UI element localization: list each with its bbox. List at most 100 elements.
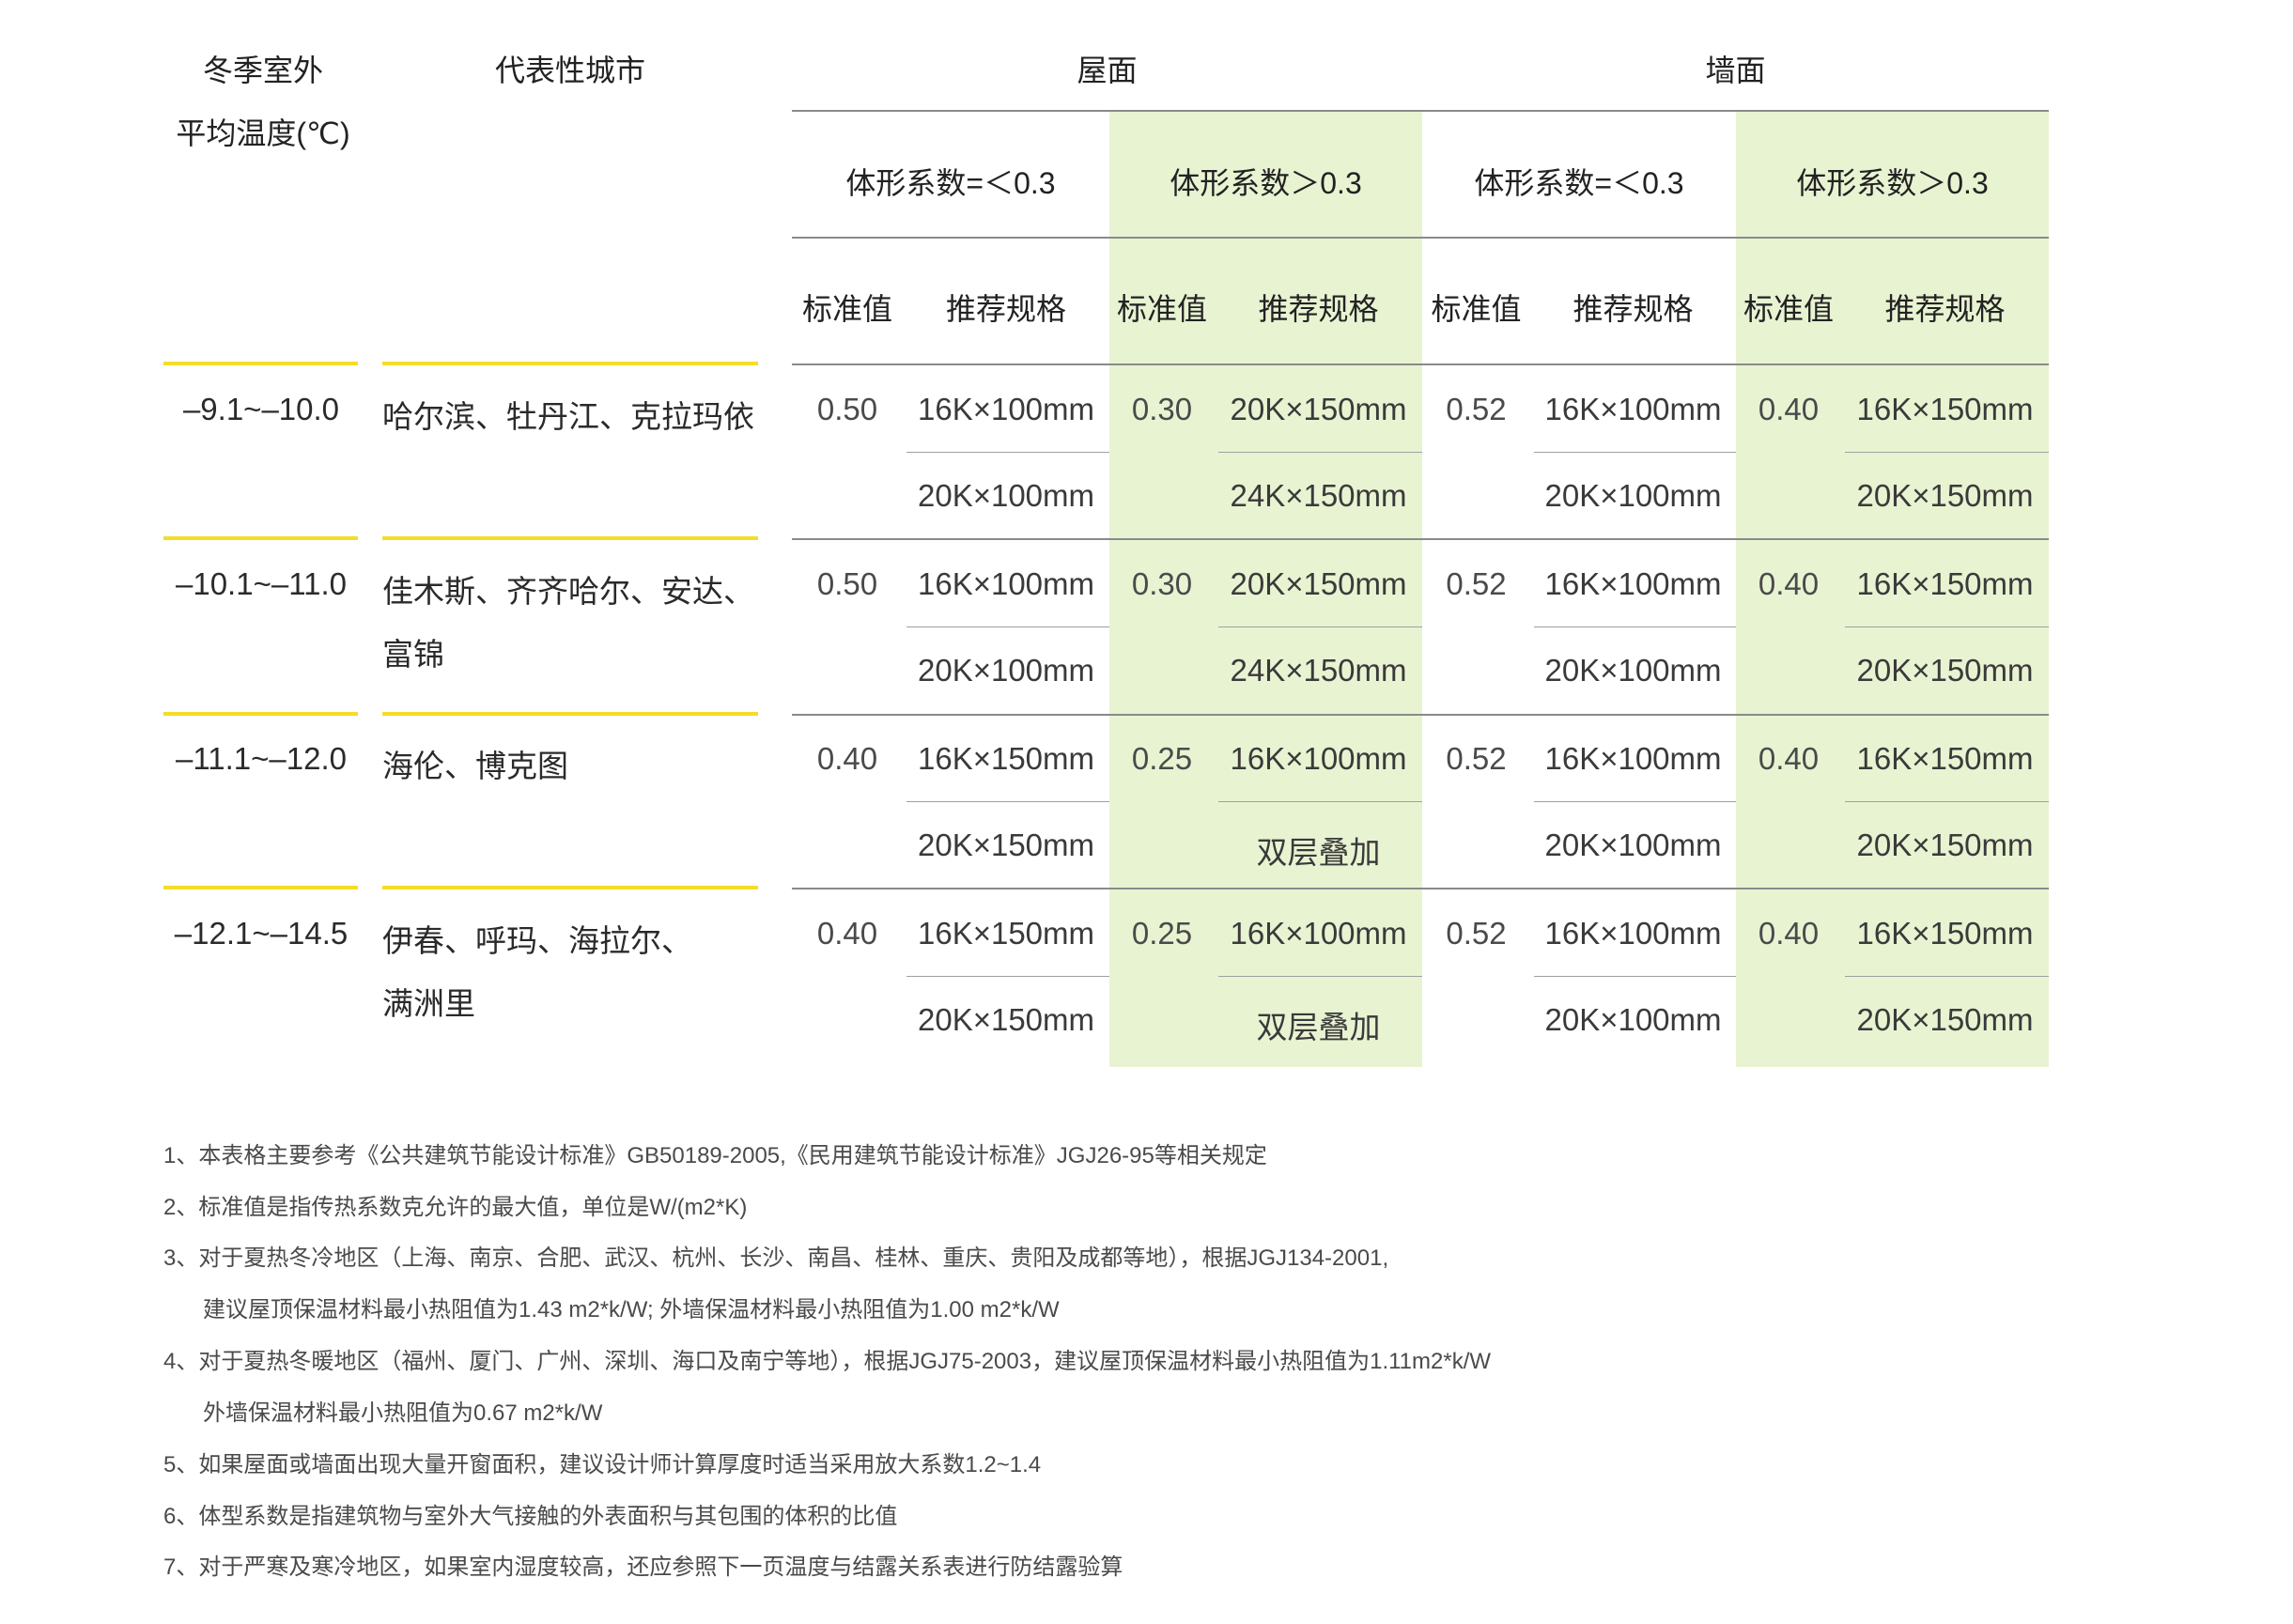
row1-subrule-wall-gt [1845, 452, 2049, 453]
row2-city-line1: 佳木斯、齐齐哈尔、安达、 [382, 574, 754, 609]
row2-yellow-city [382, 536, 758, 540]
row4-yellow-temp [163, 886, 358, 889]
row2-subrule-wall-gt [1845, 626, 2049, 627]
row3-wall-le-std: 0.52 [1446, 741, 1507, 776]
row4-roof-gt-spec2: 双层叠加 [1256, 1010, 1381, 1044]
row4-yellow-city [382, 886, 758, 889]
row1-roof-le-spec1: 16K×100mm [917, 392, 1095, 426]
note-3-continued: 建议屋顶保温材料最小热阻值为1.43 m2*k/W; 外墙保温材料最小热阻值为1… [203, 1297, 1060, 1322]
row3-roof-gt-spec2: 双层叠加 [1256, 835, 1381, 870]
row1-wall-le-spec2: 20K×100mm [1544, 478, 1722, 513]
header-roof-shape-le: 体形系数=＜0.3 [845, 166, 1056, 200]
row3-yellow-temp [163, 712, 358, 716]
header-wall-gt-std: 标准值 [1743, 292, 1834, 326]
row1-wall-le-spec1: 16K×100mm [1544, 392, 1722, 426]
row4-wall-le-spec2: 20K×100mm [1544, 1002, 1722, 1037]
row2-subrule-roof-le [906, 626, 1109, 627]
header-temp-line1: 冬季室外 [202, 54, 323, 87]
row2-temp: –10.1~–11.0 [176, 566, 347, 601]
row4-rule [792, 888, 2049, 889]
row3-roof-gt-std: 0.25 [1131, 741, 1193, 776]
row1-city-line1: 哈尔滨、牡丹江、克拉玛依 [382, 399, 754, 434]
note-7: 7、对于严寒及寒冷地区，如果室内湿度较高，还应参照下一页温度与结露关系表进行防结… [163, 1554, 1123, 1580]
row4-roof-le-spec2: 20K×150mm [917, 1002, 1095, 1037]
row4-subrule-roof-le [906, 976, 1109, 977]
row1-roof-le-std: 0.50 [816, 392, 878, 426]
row2-yellow-temp [163, 536, 358, 540]
row4-subrule-wall-le [1534, 976, 1736, 977]
note-2: 2、标准值是指传热系数克允许的最大值，单位是W/(m2*K) [163, 1195, 748, 1220]
header-wall: 墙面 [1705, 54, 1766, 87]
row1-wall-gt-std: 0.40 [1758, 392, 1820, 426]
header-roof-gt-std: 标准值 [1116, 292, 1207, 326]
row1-yellow-temp [163, 362, 358, 365]
row2-wall-gt-spec1: 16K×150mm [1856, 566, 2034, 601]
row4-wall-le-std: 0.52 [1446, 916, 1507, 951]
row3-city-line1: 海伦、博克图 [382, 749, 568, 783]
row2-roof-le-spec2: 20K×100mm [917, 653, 1095, 688]
header-wall-le-std: 标准值 [1431, 292, 1522, 326]
row3-wall-le-spec2: 20K×100mm [1544, 827, 1722, 862]
row1-subrule-wall-le [1534, 452, 1736, 453]
row3-rule [792, 714, 2049, 716]
row4-wall-gt-spec2: 20K×150mm [1856, 1002, 2034, 1037]
row3-wall-gt-std: 0.40 [1758, 741, 1820, 776]
row3-subrule-roof-gt [1218, 801, 1422, 802]
row2-subrule-wall-le [1534, 626, 1736, 627]
row2-wall-gt-spec2: 20K×150mm [1856, 653, 2034, 688]
row1-wall-le-std: 0.52 [1446, 392, 1507, 426]
row1-subrule-roof-gt [1218, 452, 1422, 453]
row4-subrule-wall-gt [1845, 976, 2049, 977]
row3-roof-le-spec1: 16K×150mm [917, 741, 1095, 776]
note-5: 5、如果屋面或墙面出现大量开窗面积，建议设计师计算厚度时适当采用放大系数1.2~… [163, 1452, 1042, 1477]
note-4-continued: 外墙保温材料最小热阻值为0.67 m2*k/W [203, 1400, 603, 1426]
row3-yellow-city [382, 712, 758, 716]
note-1: 1、本表格主要参考《公共建筑节能设计标准》GB50189-2005,《民用建筑节… [163, 1143, 1267, 1168]
header-wall-gt-rec: 推荐规格 [1884, 292, 2006, 326]
header-roof-le-rec: 推荐规格 [945, 292, 1066, 326]
row1-rule [792, 363, 2049, 365]
header-temp-line2: 平均温度(℃) [176, 116, 350, 150]
header-city: 代表性城市 [494, 54, 645, 87]
row3-roof-le-std: 0.40 [816, 741, 878, 776]
header-wall-shape-gt: 体形系数＞0.3 [1796, 166, 1989, 200]
row3-temp: –11.1~–12.0 [176, 741, 347, 776]
header-roof-shape-gt: 体形系数＞0.3 [1170, 166, 1362, 200]
row3-wall-le-spec1: 16K×100mm [1544, 741, 1722, 776]
note-3: 3、对于夏热冬冷地区（上海、南京、合肥、武汉、杭州、长沙、南昌、桂林、重庆、贵阳… [163, 1245, 1389, 1271]
row3-roof-gt-spec1: 16K×100mm [1230, 741, 1407, 776]
row2-roof-le-spec1: 16K×100mm [917, 566, 1095, 601]
note-6: 6、体型系数是指建筑物与室外大气接触的外表面积与其包围的体积的比值 [163, 1504, 898, 1529]
row4-wall-le-spec1: 16K×100mm [1544, 916, 1722, 951]
row1-subrule-roof-le [906, 452, 1109, 453]
row2-wall-le-std: 0.52 [1446, 566, 1507, 601]
row2-wall-le-spec1: 16K×100mm [1544, 566, 1722, 601]
row3-wall-gt-spec1: 16K×150mm [1856, 741, 2034, 776]
row4-wall-gt-std: 0.40 [1758, 916, 1820, 951]
row2-roof-le-std: 0.50 [816, 566, 878, 601]
header-roof-le-std: 标准值 [801, 292, 892, 326]
row1-yellow-city [382, 362, 758, 365]
row2-city-line2: 富锦 [382, 637, 444, 672]
row4-roof-le-std: 0.40 [816, 916, 878, 951]
row4-subrule-roof-gt [1218, 976, 1422, 977]
row1-roof-gt-spec1: 20K×150mm [1230, 392, 1407, 426]
row2-rule [792, 538, 2049, 540]
row2-roof-gt-spec1: 20K×150mm [1230, 566, 1407, 601]
row2-wall-le-spec2: 20K×100mm [1544, 653, 1722, 688]
header-rule-2 [792, 237, 2049, 239]
row1-roof-gt-spec2: 24K×150mm [1230, 478, 1407, 513]
row3-subrule-roof-le [906, 801, 1109, 802]
row1-roof-gt-std: 0.30 [1131, 392, 1193, 426]
row3-subrule-wall-le [1534, 801, 1736, 802]
row1-roof-le-spec2: 20K×100mm [917, 478, 1095, 513]
row2-wall-gt-std: 0.40 [1758, 566, 1820, 601]
row3-subrule-wall-gt [1845, 801, 2049, 802]
row4-roof-gt-std: 0.25 [1131, 916, 1193, 951]
row1-wall-gt-spec2: 20K×150mm [1856, 478, 2034, 513]
row2-roof-gt-spec2: 24K×150mm [1230, 653, 1407, 688]
row4-city-line1: 伊春、呼玛、海拉尔、 [382, 923, 692, 958]
header-wall-shape-le: 体形系数=＜0.3 [1474, 166, 1684, 200]
row4-roof-gt-spec1: 16K×100mm [1230, 916, 1407, 951]
row4-temp: –12.1~–14.5 [174, 916, 349, 951]
